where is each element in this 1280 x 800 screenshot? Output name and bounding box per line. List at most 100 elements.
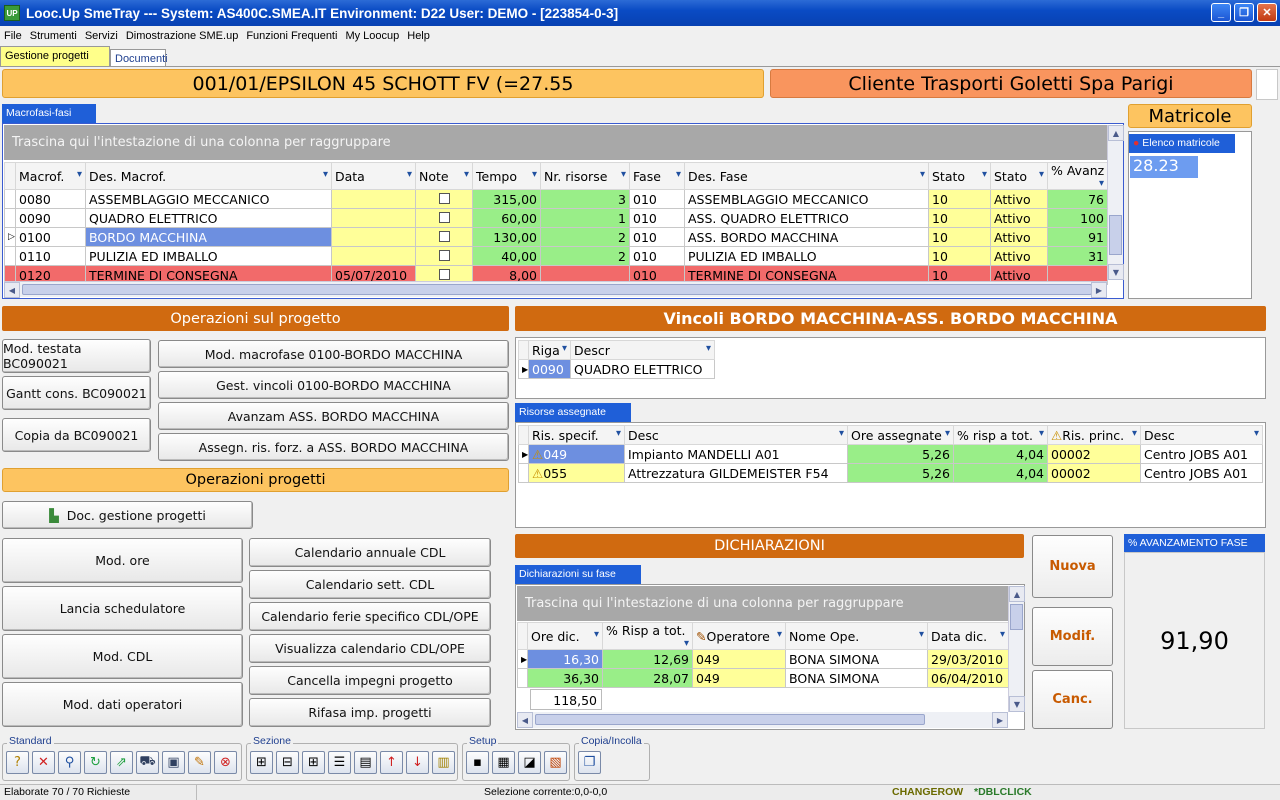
cell-fase[interactable]: 010 xyxy=(629,189,685,209)
col-risp-tot[interactable]: % risp a tot. ▾ xyxy=(953,425,1048,445)
col-ore-assegnate[interactable]: Ore assegnate ▾ xyxy=(847,425,954,445)
tools-icon[interactable]: ✎ xyxy=(188,751,211,774)
cell-avanz[interactable]: 31 xyxy=(1047,246,1108,266)
table-row[interactable]: ▶ 0090 QUADRO ELETTRICO xyxy=(518,359,715,379)
menu-strumenti[interactable]: Strumenti xyxy=(26,30,81,42)
scroll-right-icon[interactable]: ▶ xyxy=(992,712,1008,728)
tab-gestione-progetti[interactable]: Gestione progetti xyxy=(0,46,110,66)
cell-operatore[interactable]: 049 xyxy=(692,668,786,688)
cell-des-fase[interactable]: ASS. QUADRO ELETTRICO xyxy=(684,208,929,228)
col-data[interactable]: Data ▾ xyxy=(331,162,416,190)
col-note[interactable]: Note ▾ xyxy=(415,162,473,190)
cell-des-fase[interactable]: PULIZIA ED IMBALLO xyxy=(684,246,929,266)
cell-princ[interactable]: 00002 xyxy=(1047,463,1141,483)
table-row[interactable]: ▶ 16,30 12,69 049 BONA SIMONA 29/03/2010 xyxy=(517,649,1009,669)
chevron-down-icon[interactable]: ▾ xyxy=(982,169,987,180)
col-avanz[interactable]: % Avanz ▾ xyxy=(1047,162,1108,190)
cart-icon[interactable]: ⛟ xyxy=(136,751,159,774)
table-row[interactable]: 0080 ASSEMBLAGGIO MECCANICO 315,00 3 010… xyxy=(4,189,1108,209)
cell-desc[interactable]: Impianto MANDELLI A01 xyxy=(624,444,848,464)
cell-stato[interactable]: 10 xyxy=(928,189,991,209)
cell-nr-risorse[interactable]: 2 xyxy=(540,246,630,266)
chevron-down-icon[interactable]: ▾ xyxy=(919,629,924,640)
menu-servizi[interactable]: Servizi xyxy=(81,30,122,42)
chevron-down-icon[interactable]: ▾ xyxy=(1000,629,1005,640)
col-stato[interactable]: Stato ▾ xyxy=(928,162,991,190)
cell-princ[interactable]: 00002 xyxy=(1047,444,1141,464)
chevron-down-icon[interactable]: ▾ xyxy=(323,169,328,180)
lancia-schedulatore-button[interactable]: Lancia schedulatore xyxy=(2,586,243,631)
chevron-down-icon[interactable]: ▾ xyxy=(616,428,621,439)
cell-tempo[interactable]: 130,00 xyxy=(472,227,541,247)
chevron-down-icon[interactable]: ▾ xyxy=(1039,169,1044,180)
menu-dimostrazione[interactable]: Dimostrazione SME.up xyxy=(122,30,243,42)
mod-ore-button[interactable]: Mod. ore xyxy=(2,538,243,583)
cell-risp[interactable]: 12,69 xyxy=(602,649,693,669)
copy-icon[interactable]: ❐ xyxy=(578,751,601,774)
save-all-icon[interactable]: ▦ xyxy=(492,751,515,774)
cell-ris-specif[interactable]: ⚠049 xyxy=(528,444,625,464)
chevron-down-icon[interactable]: ▾ xyxy=(676,169,681,180)
cell-data[interactable] xyxy=(331,227,416,247)
cell-desc-2[interactable]: Centro JOBS A01 xyxy=(1140,444,1263,464)
mod-macrofase-button[interactable]: Mod. macrofase 0100-BORDO MACCHINA xyxy=(158,340,509,368)
cell-des-fase[interactable]: ASSEMBLAGGIO MECCANICO xyxy=(684,189,929,209)
tab-macrofasi-fasi[interactable]: Macrofasi-fasi xyxy=(2,104,96,123)
chevron-down-icon[interactable]: ▾ xyxy=(777,629,782,640)
export-icon[interactable]: ⇗ xyxy=(110,751,133,774)
table-row[interactable]: ⚠055 Attrezzatura GILDEMEISTER F54 5,26 … xyxy=(518,463,1263,483)
cell-risp[interactable]: 28,07 xyxy=(602,668,693,688)
mod-cdl-button[interactable]: Mod. CDL xyxy=(2,634,243,679)
tab-elenco-matricole[interactable]: ● Elenco matricole xyxy=(1129,134,1235,153)
col-risp-tot[interactable]: % Risp a tot. ▾ xyxy=(602,622,693,650)
menu-help[interactable]: Help xyxy=(403,30,434,42)
cell-data-dic[interactable]: 29/03/2010 xyxy=(927,649,1009,669)
list-icon[interactable]: ☰ xyxy=(328,751,351,774)
arrow-up-icon[interactable]: ↑ xyxy=(380,751,403,774)
cell-ore[interactable]: 5,26 xyxy=(847,444,954,464)
chevron-down-icon[interactable]: ▾ xyxy=(464,169,469,180)
chevron-down-icon[interactable]: ▾ xyxy=(621,169,626,180)
col-des-macrof[interactable]: Des. Macrof. ▾ xyxy=(85,162,332,190)
chevron-down-icon[interactable]: ▾ xyxy=(706,343,711,354)
search-icon[interactable]: ⚲ xyxy=(58,751,81,774)
cell-ore-dic[interactable]: 16,30 xyxy=(527,649,603,669)
table-row[interactable]: 36,30 28,07 049 BONA SIMONA 06/04/2010 xyxy=(517,668,1009,688)
cell-avanz[interactable]: 76 xyxy=(1047,189,1108,209)
doc-gestione-button[interactable]: ▙ Doc. gestione progetti xyxy=(2,501,253,529)
cancel-icon[interactable]: ✕ xyxy=(32,751,55,774)
cell-des-macrof[interactable]: PULIZIA ED IMBALLO xyxy=(85,246,332,266)
cell-risp[interactable]: 4,04 xyxy=(953,463,1048,483)
col-des-fase[interactable]: Des. Fase ▾ xyxy=(684,162,929,190)
scroll-thumb[interactable] xyxy=(1010,604,1023,630)
scroll-left-icon[interactable]: ◀ xyxy=(4,282,20,298)
cell-desc-2[interactable]: Centro JOBS A01 xyxy=(1140,463,1263,483)
cell-note[interactable] xyxy=(415,208,473,228)
stop-icon[interactable]: ⊗ xyxy=(214,751,237,774)
scroll-right-icon[interactable]: ▶ xyxy=(1091,282,1107,298)
cell-nr-risorse[interactable]: 3 xyxy=(540,189,630,209)
calendario-annuale-button[interactable]: Calendario annuale CDL xyxy=(249,538,491,567)
cell-des-macrof[interactable]: ASSEMBLAGGIO MECCANICO xyxy=(85,189,332,209)
copia-da-button[interactable]: Copia da BC090021 xyxy=(2,418,151,452)
scroll-left-icon[interactable]: ◀ xyxy=(517,712,533,728)
chevron-down-icon[interactable]: ▾ xyxy=(594,629,599,640)
col-ris-specif[interactable]: Ris. specif. ▾ xyxy=(528,425,625,445)
nuova-button[interactable]: Nuova xyxy=(1032,535,1113,598)
cell-note[interactable] xyxy=(415,227,473,247)
horizontal-scrollbar[interactable]: ◀ ▶ xyxy=(4,281,1107,298)
cell-macrof[interactable]: 0110 xyxy=(15,246,86,266)
col-operatore[interactable]: ✎Operatore ▾ xyxy=(692,622,786,650)
calendario-ferie-button[interactable]: Calendario ferie specifico CDL/OPE xyxy=(249,602,491,631)
tab-risorse-assegnate[interactable]: Risorse assegnate xyxy=(515,403,631,422)
chevron-down-icon[interactable]: ▾ xyxy=(532,169,537,180)
scroll-thumb[interactable] xyxy=(1109,215,1122,255)
cell-des-fase[interactable]: ASS. BORDO MACCHINA xyxy=(684,227,929,247)
cell-fase[interactable]: 010 xyxy=(629,246,685,266)
cell-avanz[interactable]: 100 xyxy=(1047,208,1108,228)
cell-macrof[interactable]: 0080 xyxy=(15,189,86,209)
tab-dichiarazioni-fase[interactable]: Dichiarazioni su fase xyxy=(515,565,641,584)
window-icon[interactable]: ▣ xyxy=(162,751,185,774)
assegn-ris-button[interactable]: Assegn. ris. forz. a ASS. BORDO MACCHINA xyxy=(158,433,509,461)
vertical-scrollbar[interactable]: ▲ ▼ xyxy=(1008,586,1025,712)
